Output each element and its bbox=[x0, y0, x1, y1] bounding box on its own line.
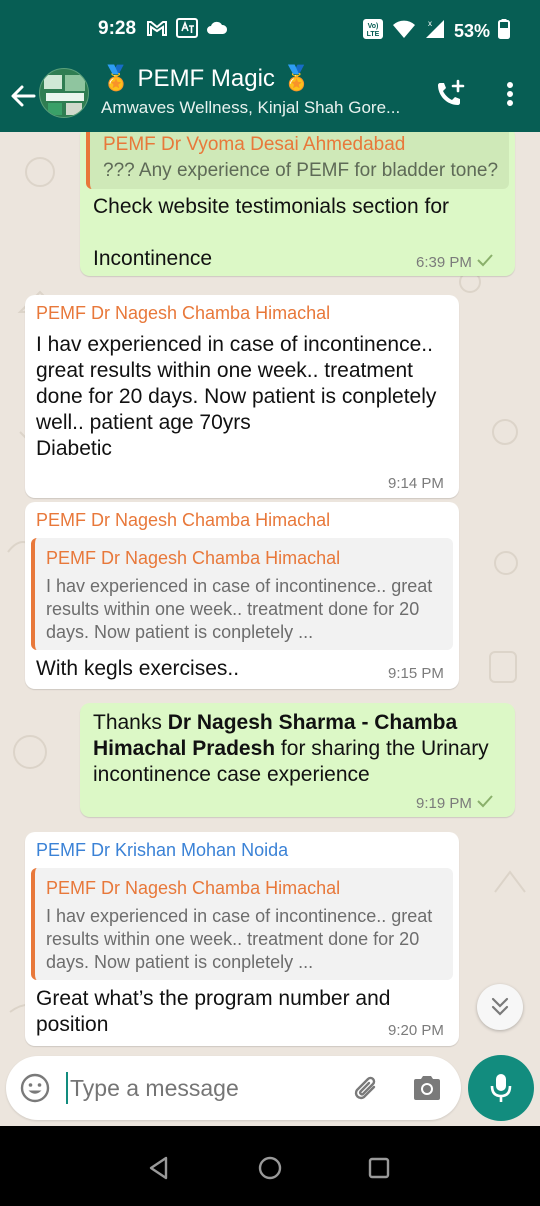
message-input[interactable] bbox=[66, 1072, 336, 1104]
quoted-message[interactable]: PEMF Dr Nagesh Chamba Himachal I hav exp… bbox=[31, 868, 453, 980]
gmail-icon bbox=[146, 19, 168, 42]
double-chevron-down-icon bbox=[490, 996, 510, 1023]
translate-icon bbox=[176, 18, 198, 43]
message-bubble-incoming[interactable]: PEMF Dr Nagesh Chamba Himachal PEMF Dr N… bbox=[25, 502, 459, 689]
quoted-sender: PEMF Dr Nagesh Chamba Himachal bbox=[46, 548, 341, 568]
message-bubble-outgoing[interactable]: PEMF Dr Vyoma Desai Ahmedabad ??? Any ex… bbox=[80, 132, 515, 276]
nav-back-icon[interactable] bbox=[146, 1155, 172, 1186]
message-sender[interactable]: PEMF Dr Nagesh Chamba Himachal bbox=[36, 510, 330, 531]
emoji-icon[interactable] bbox=[20, 1073, 50, 1103]
quoted-text: I hav experienced in case of incontinenc… bbox=[46, 906, 433, 972]
quoted-text: ??? Any experience of PEMF for bladder t… bbox=[103, 160, 499, 181]
single-tick-icon bbox=[476, 794, 494, 812]
nav-home-icon[interactable] bbox=[256, 1154, 284, 1187]
message-time: 9:19 PM bbox=[416, 794, 472, 812]
scroll-to-bottom-button[interactable] bbox=[477, 984, 523, 1030]
svg-text:Vo): Vo) bbox=[368, 23, 379, 30]
status-time: 9:28 bbox=[98, 18, 137, 39]
signal-icon: x bbox=[424, 18, 446, 45]
wifi-icon bbox=[392, 19, 416, 44]
status-bar: 9:28 Vo) LTE x 53% bbox=[0, 0, 540, 62]
message-bubble-outgoing[interactable]: Thanks Dr Nagesh Sharma - Chamba Himacha… bbox=[80, 703, 515, 817]
single-tick-icon bbox=[476, 253, 494, 271]
svg-text:LTE: LTE bbox=[367, 31, 380, 38]
nav-recents-icon[interactable] bbox=[367, 1156, 391, 1185]
chat-header[interactable]: 🏅 PEMF Magic 🏅 Amwaves Wellness, Kinjal … bbox=[0, 62, 540, 132]
system-nav-bar bbox=[0, 1126, 540, 1206]
more-vert-icon[interactable] bbox=[498, 78, 522, 110]
quoted-message[interactable]: PEMF Dr Vyoma Desai Ahmedabad ??? Any ex… bbox=[86, 132, 509, 189]
attach-icon[interactable] bbox=[350, 1073, 380, 1103]
svg-text:x: x bbox=[428, 19, 432, 28]
message-bubble-incoming[interactable]: PEMF Dr Nagesh Chamba Himachal I hav exp… bbox=[25, 295, 459, 498]
group-title[interactable]: 🏅 PEMF Magic 🏅 bbox=[101, 64, 311, 93]
message-text: I hav experienced in case of incontinenc… bbox=[36, 333, 437, 460]
group-avatar[interactable] bbox=[39, 68, 89, 118]
volte-icon: Vo) LTE bbox=[362, 18, 384, 45]
battery-percentage: 53% bbox=[453, 21, 490, 41]
message-meta: 6:39 PM bbox=[416, 253, 494, 271]
battery-icon bbox=[498, 19, 510, 44]
group-subtitle[interactable]: Amwaves Wellness, Kinjal Shah Gore... bbox=[101, 98, 421, 118]
message-text: Great what’s the program number and posi… bbox=[36, 987, 397, 1036]
quoted-message[interactable]: PEMF Dr Nagesh Chamba Himachal I hav exp… bbox=[31, 538, 453, 650]
cloud-icon bbox=[206, 20, 228, 41]
message-text: Thanks Dr Nagesh Sharma - Chamba Himacha… bbox=[93, 710, 503, 788]
add-call-icon[interactable] bbox=[434, 78, 466, 110]
message-meta: 9:19 PM bbox=[416, 794, 494, 812]
message-text-prefix: Thanks bbox=[93, 711, 168, 734]
message-sender[interactable]: PEMF Dr Krishan Mohan Noida bbox=[36, 840, 288, 861]
message-sender[interactable]: PEMF Dr Nagesh Chamba Himachal bbox=[36, 303, 330, 324]
message-text: With kegls exercises.. bbox=[36, 657, 240, 680]
message-time: 9:14 PM bbox=[388, 475, 444, 492]
quoted-sender: PEMF Dr Nagesh Chamba Himachal bbox=[46, 878, 341, 898]
voice-message-button[interactable] bbox=[468, 1055, 534, 1121]
message-bubble-incoming[interactable]: PEMF Dr Krishan Mohan Noida PEMF Dr Nage… bbox=[25, 832, 459, 1046]
camera-icon[interactable] bbox=[411, 1073, 443, 1103]
message-time: 9:15 PM bbox=[388, 665, 444, 682]
quoted-text: I hav experienced in case of incontinenc… bbox=[46, 576, 433, 642]
message-list[interactable]: PEMF Dr Vyoma Desai Ahmedabad ??? Any ex… bbox=[0, 132, 540, 1126]
quoted-sender: PEMF Dr Vyoma Desai Ahmedabad bbox=[103, 134, 406, 155]
message-time: 6:39 PM bbox=[416, 253, 472, 271]
mic-icon bbox=[489, 1072, 513, 1109]
back-arrow-icon[interactable] bbox=[8, 80, 40, 112]
message-composer[interactable] bbox=[6, 1056, 461, 1120]
message-time: 9:20 PM bbox=[388, 1022, 444, 1039]
